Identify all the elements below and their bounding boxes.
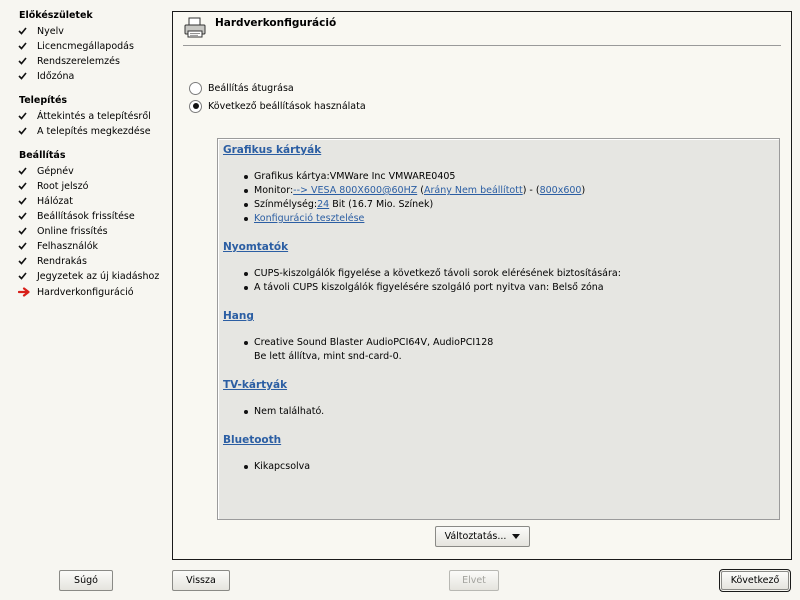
sidebar-item-idozona: Időzóna (18, 69, 74, 83)
current-step-arrow-icon (18, 285, 37, 299)
sidebar-item-licenc: Licencmegállapodás (18, 39, 134, 53)
check-icon (18, 54, 37, 68)
heading-tv-cards[interactable]: TV-kártyák (223, 379, 287, 391)
heading-printers[interactable]: Nyomtatók (223, 241, 288, 253)
help-button[interactable]: Súgó (59, 570, 113, 591)
list-item-printer: CUPS-kiszolgálók figyelése a következő t… (244, 268, 621, 279)
sidebar-item-hardverkonfiguracio: Hardverkonfiguráció (18, 285, 134, 299)
abort-button[interactable]: Elvet (449, 570, 499, 591)
check-icon (18, 209, 37, 223)
sidebar-item-gepnev: Gépnév (18, 164, 74, 178)
configuration-summary: Grafikus kártyák Grafikus kártya:VMWare … (217, 138, 780, 520)
list-item-printer: A távoli CUPS kiszolgálók figyelésére sz… (244, 282, 604, 293)
sidebar: Előkészületek Nyelv Licencmegállapodás R… (0, 0, 168, 565)
list-item-tv-card: Nem található. (243, 406, 325, 417)
sidebar-item-jegyzetek: Jegyzetek az új kiadáshoz (18, 269, 159, 283)
sidebar-section-title: Telepítés (19, 95, 68, 106)
test-configuration-link[interactable]: Konfiguráció tesztelése (254, 213, 364, 224)
color-depth-link[interactable]: 24 (317, 199, 329, 210)
check-icon (18, 254, 37, 268)
header-divider (183, 45, 781, 46)
sidebar-item-beallitasok-frissitese: Beállítások frissítése (18, 209, 135, 223)
resolution-link[interactable]: 800x600 (540, 185, 582, 196)
check-icon (18, 164, 37, 178)
sidebar-item-root-jelszo: Root jelszó (18, 179, 88, 193)
sound-card-detail: Be lett állítva, mint snd-card-0. (254, 351, 402, 362)
sidebar-item-rendszerelemzes: Rendszerelemzés (18, 54, 120, 68)
radio-use-following-configuration[interactable]: Következő beállítások használata (189, 99, 366, 113)
check-icon (18, 194, 37, 208)
list-item-sound-card: Creative Sound Blaster AudioPCI64V, Audi… (243, 337, 494, 348)
check-icon (18, 39, 37, 53)
heading-graphics-cards[interactable]: Grafikus kártyák (223, 144, 321, 156)
radio-skip-configuration[interactable]: Beállítás átugrása (189, 81, 294, 95)
check-icon (18, 269, 37, 283)
printer-icon (183, 17, 207, 39)
check-icon (18, 239, 37, 253)
sidebar-item-halozat: Hálózat (18, 194, 73, 208)
radio-button[interactable] (189, 99, 202, 113)
next-button[interactable]: Következő (719, 569, 791, 592)
back-button[interactable]: Vissza (172, 570, 230, 591)
list-item-monitor: Monitor:--> VESA 800X600@60HZ (Arány Nem… (243, 185, 586, 196)
sidebar-item-telepites-megkezdese: A telepítés megkezdése (18, 124, 151, 138)
sidebar-item-nyelv: Nyelv (18, 24, 64, 38)
list-item-bluetooth: Kikapcsolva (243, 461, 311, 472)
check-icon (18, 109, 37, 123)
check-icon (18, 124, 37, 138)
sidebar-section-title: Beállítás (19, 150, 66, 161)
dropdown-arrow-icon (512, 534, 521, 539)
aspect-ratio-link[interactable]: Arány Nem beállított (424, 185, 523, 196)
heading-sound[interactable]: Hang (223, 310, 254, 322)
page-title: Hardverkonfiguráció (215, 17, 337, 29)
sidebar-item-attekintes: Áttekintés a telepítésről (18, 109, 151, 123)
check-icon (18, 179, 37, 193)
main-panel: Hardverkonfiguráció Beállítás átugrása K… (172, 11, 792, 560)
sidebar-item-rendrakas: Rendrakás (18, 254, 87, 268)
change-dropdown-button[interactable]: Változtatás... (435, 526, 530, 547)
check-icon (18, 24, 37, 38)
sidebar-item-online-frissites: Online frissítés (18, 224, 108, 238)
list-item-test-configuration: Konfiguráció tesztelése (243, 213, 364, 224)
radio-selected-dot (192, 103, 199, 109)
monitor-link[interactable]: --> VESA 800X600@60HZ (293, 185, 417, 196)
sidebar-section-title: Előkészületek (19, 10, 93, 21)
list-item-color-depth: Színmélység:24 Bit (16.7 Mio. Színek) (243, 199, 434, 210)
check-icon (18, 69, 37, 83)
list-item-graphics-card: Grafikus kártya:VMWare Inc VMWARE0405 (243, 171, 456, 182)
radio-button[interactable] (189, 81, 202, 95)
check-icon (18, 224, 37, 238)
sidebar-item-felhasznalok: Felhasználók (18, 239, 98, 253)
heading-bluetooth[interactable]: Bluetooth (223, 434, 281, 446)
